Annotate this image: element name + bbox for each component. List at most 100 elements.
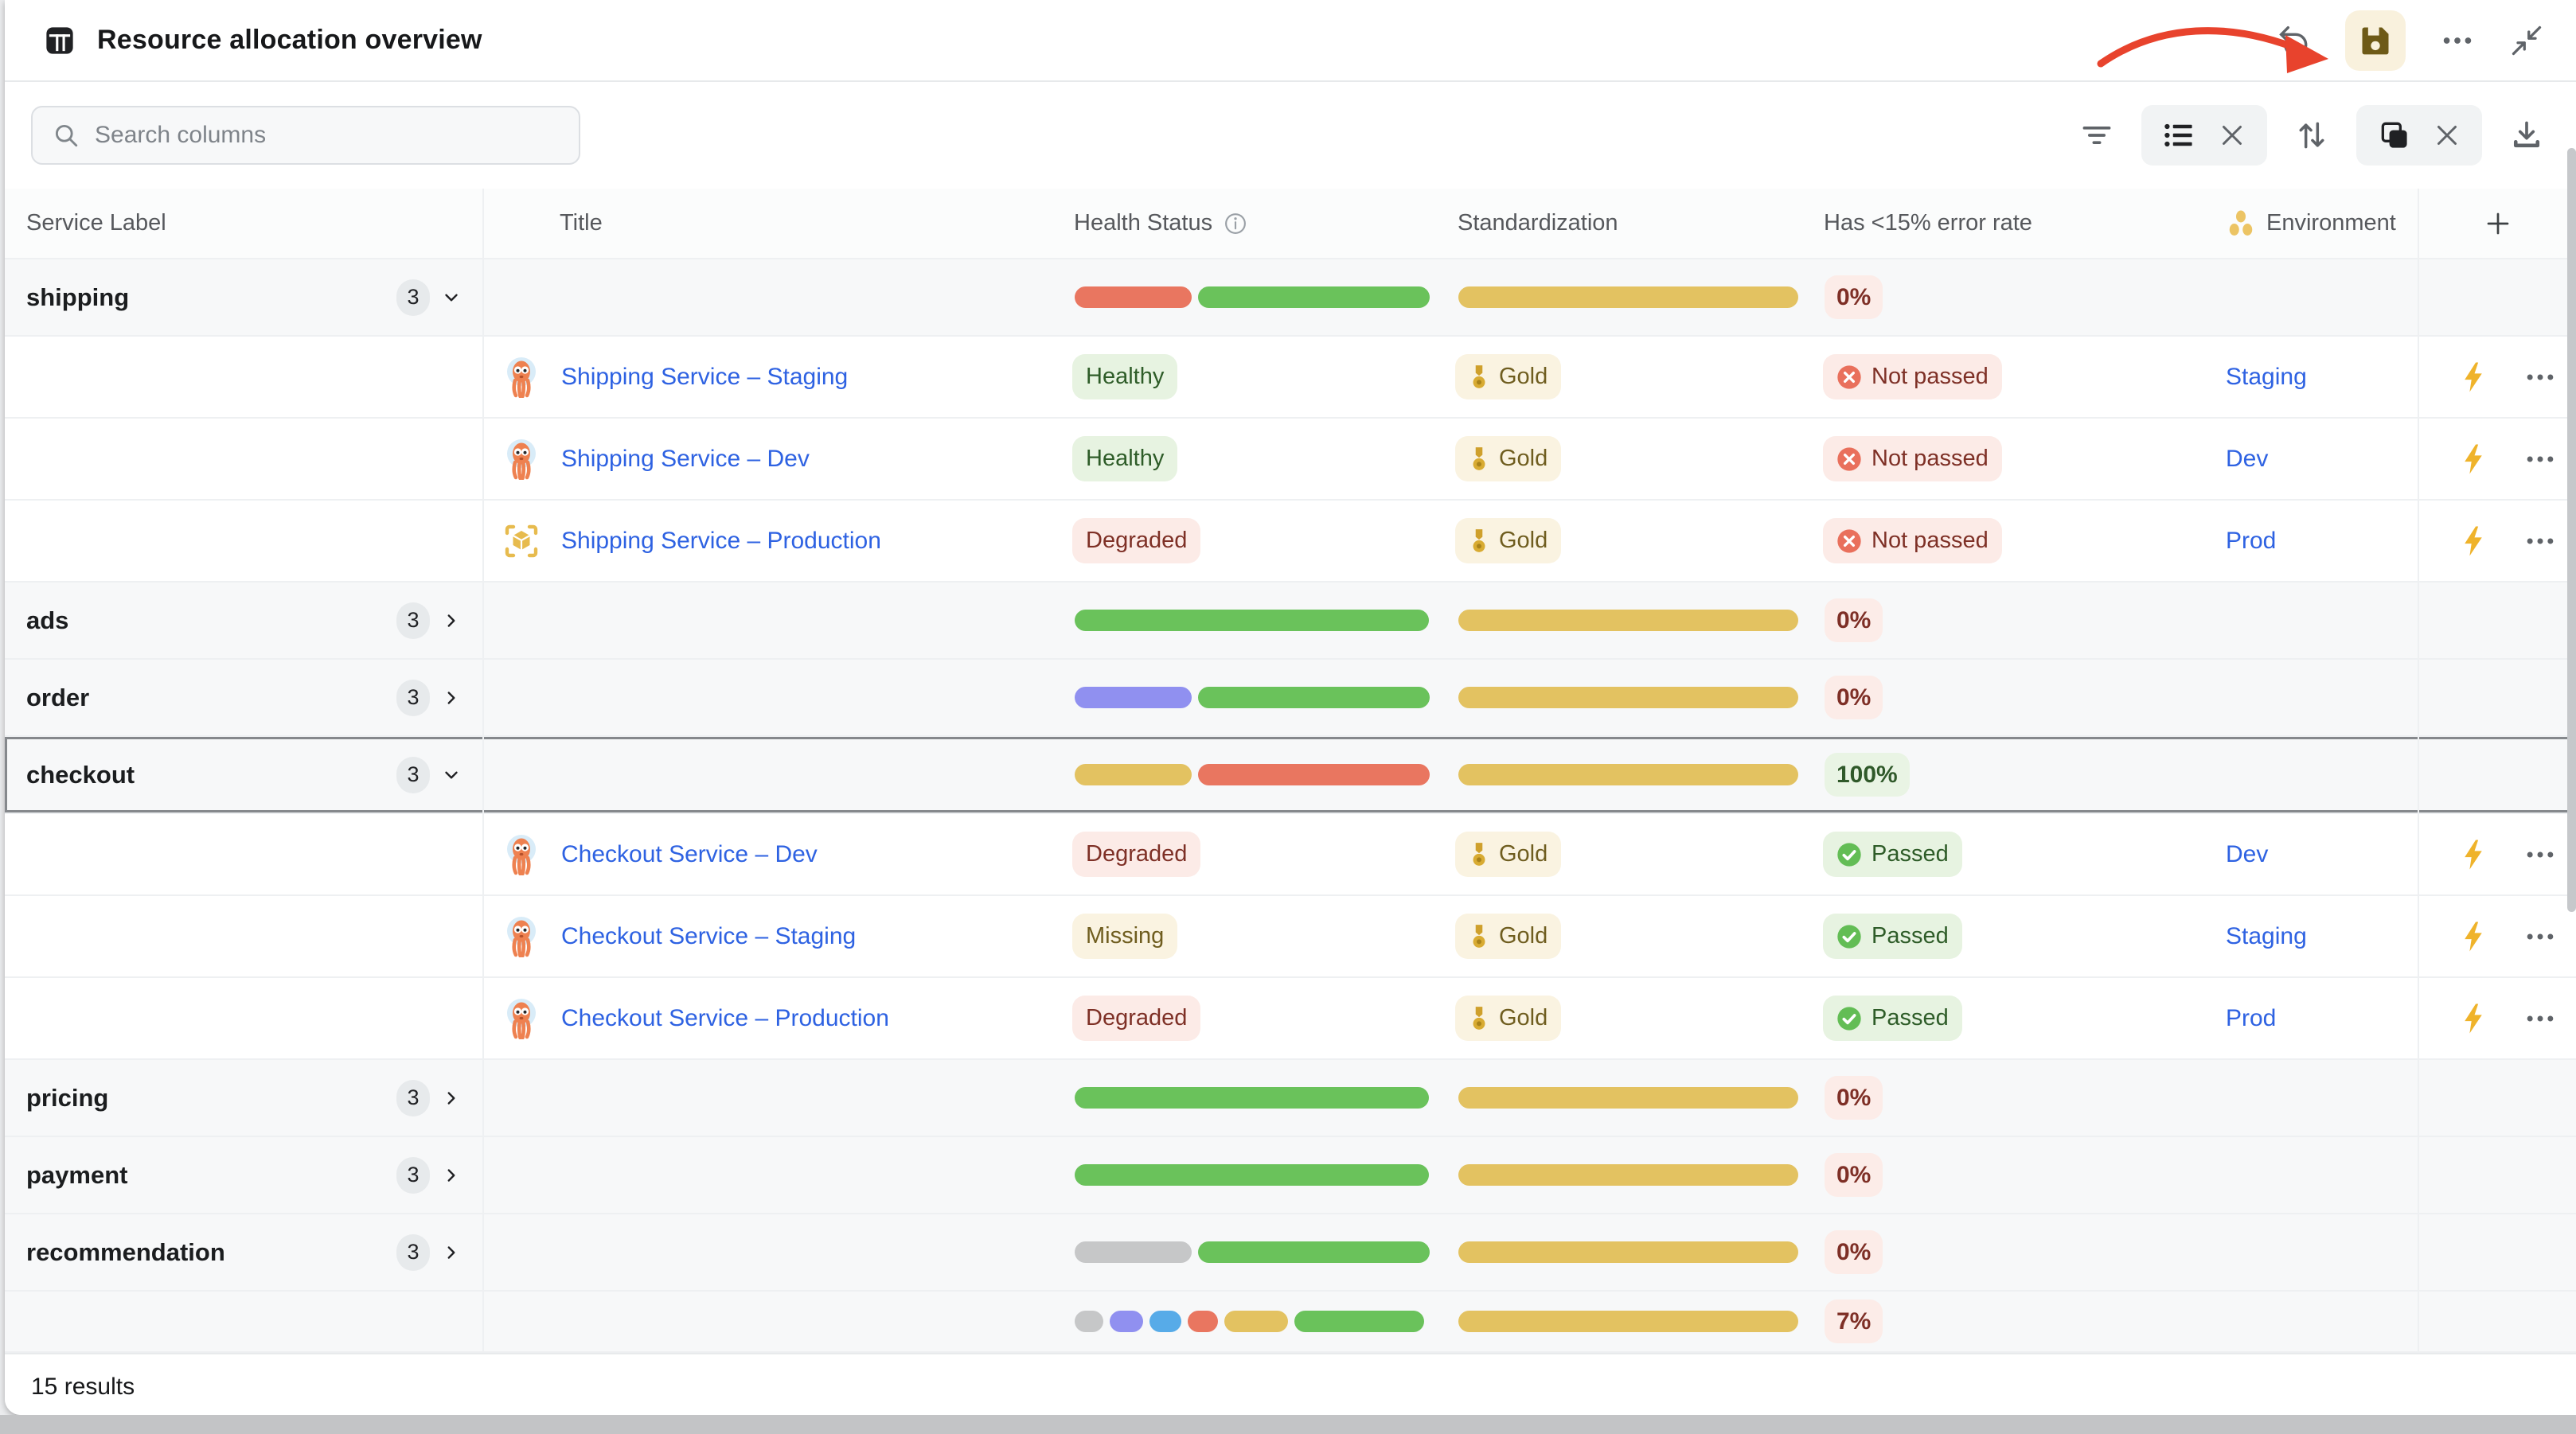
chevron-right-icon[interactable] [441,610,462,631]
group-row-order[interactable]: order30% [5,660,2576,737]
status-chip: Gold [1455,914,1561,959]
list-view-icon[interactable] [2162,118,2197,153]
error-rate-badge: 0% [1825,1076,1883,1120]
group-row-pricing[interactable]: pricing30% [5,1060,2576,1137]
search-box[interactable] [31,106,580,165]
row-actions-cell [2418,419,2576,499]
error-rate-cell: 100% [1823,753,2226,797]
toolbar-actions [2079,105,2544,166]
row-menu-icon[interactable] [2523,442,2558,477]
row-menu-icon[interactable] [2523,1001,2558,1036]
lightning-bolt-icon[interactable] [2461,1003,2486,1035]
environment-link[interactable]: Staging [2226,923,2307,949]
error-rate-badge: 0% [1825,275,1883,319]
check-circle-icon [1836,842,1862,867]
group-label: checkout [26,761,135,789]
stack-icon[interactable] [2377,118,2412,153]
row-menu-icon[interactable] [2523,837,2558,872]
error-rate-badge: 0% [1825,598,1883,642]
health-bar-segment-green [1198,286,1430,308]
column-service-label[interactable]: Service Label [5,210,482,236]
lightning-bolt-icon[interactable] [2461,443,2486,475]
column-health-status[interactable]: Health Status [1074,210,1212,236]
row-menu-icon[interactable] [2523,360,2558,395]
health-bar-segment-purple [1110,1311,1143,1332]
service-title-link[interactable]: Checkout Service – Staging [561,923,856,950]
health-bar-segment-gold [1075,764,1192,785]
status-chip: Passed [1823,996,1962,1041]
chevron-right-icon[interactable] [441,1242,462,1263]
vertical-scrollbar[interactable] [2567,148,2576,912]
service-title-link[interactable]: Shipping Service – Dev [561,446,810,473]
clear-stack-icon[interactable] [2433,121,2461,150]
gold-medal-icon [1469,446,1489,472]
group-row-payment[interactable]: payment3 0% [5,1137,2576,1214]
environment-link[interactable]: Staging [2226,364,2307,390]
save-icon[interactable] [2345,10,2406,71]
chevron-right-icon[interactable] [441,1165,462,1186]
widget-header: Resource allocation overview [5,0,2576,82]
group-row-shipping[interactable]: shipping30% [5,259,2576,337]
group-row-recommendation[interactable]: recommendation30% [5,1214,2576,1292]
chevron-down-icon[interactable] [441,765,462,785]
status-chip-label: Passed [1872,1005,1949,1031]
undo-icon[interactable] [2275,22,2312,59]
environment-link[interactable]: Prod [2226,1005,2276,1031]
search-input[interactable] [95,122,560,149]
status-chip-label: Missing [1086,923,1164,949]
status-chip: Missing [1072,914,1177,959]
column-environment[interactable]: Environment [2266,210,2396,236]
service-title-link[interactable]: Checkout Service – Dev [561,841,818,868]
group-row-ads[interactable]: ads3 0% [5,583,2576,660]
lightning-bolt-icon[interactable] [2461,361,2486,393]
health-status-cell: Missing [1072,914,1455,959]
chevron-right-icon[interactable] [441,688,462,708]
chevron-right-icon[interactable] [441,1088,462,1109]
row-menu-icon[interactable] [2523,524,2558,559]
status-chip-label: Not passed [1872,364,1989,390]
environment-link[interactable]: Dev [2226,841,2268,867]
error-rate-badge: 0% [1825,1153,1883,1197]
service-title-link[interactable]: Shipping Service – Production [561,528,881,555]
lightning-bolt-icon[interactable] [2461,921,2486,953]
health-bar-segment-blue [1149,1311,1181,1332]
service-label-cell: payment3 [5,1137,484,1213]
column-standardization[interactable]: Standardization [1455,210,1823,236]
column-error-rate[interactable]: Has <15% error rate [1823,210,2226,236]
service-row[interactable]: Shipping Service – ProductionDegradedGol… [5,501,2576,583]
stack-by-pill [2356,105,2482,166]
service-row[interactable]: Checkout Service – StagingMissingGoldPas… [5,896,2576,978]
service-row[interactable]: Checkout Service – ProductionDegradedGol… [5,978,2576,1060]
more-options-icon[interactable] [2439,22,2476,59]
sort-icon[interactable] [2294,118,2329,153]
standardization-bar [1458,764,1798,785]
lightning-bolt-icon[interactable] [2461,525,2486,557]
chevron-down-icon[interactable] [441,287,462,308]
service-row[interactable]: Shipping Service – DevHealthyGoldNot pas… [5,419,2576,501]
service-row[interactable]: Checkout Service – DevDegradedGoldPassed… [5,814,2576,896]
service-title-link[interactable]: Shipping Service – Staging [561,364,848,391]
error-rate-cell: 0% [1823,1153,2226,1197]
clear-list-view-icon[interactable] [2218,121,2246,150]
row-actions-cell [2418,737,2576,812]
header-actions [2275,10,2544,71]
group-label: payment [26,1161,127,1190]
environment-link[interactable]: Dev [2226,446,2268,472]
x-circle-icon [1836,364,1862,390]
title-cell: Shipping Service – Production [484,522,1072,560]
service-title-link[interactable]: Checkout Service – Production [561,1005,889,1032]
row-menu-icon[interactable] [2523,919,2558,954]
service-label-cell: ads3 [5,583,484,658]
environment-link[interactable]: Prod [2226,528,2276,554]
standardization-cell: Gold [1455,436,1823,481]
collapse-icon[interactable] [2509,23,2544,58]
download-icon[interactable] [2509,118,2544,153]
service-row[interactable]: Shipping Service – StagingHealthyGoldNot… [5,337,2576,419]
health-status-bars [1072,1164,1455,1186]
group-row-checkout[interactable]: checkout3100% [5,737,2576,814]
lightning-bolt-icon[interactable] [2461,839,2486,871]
info-icon[interactable] [1224,212,1247,236]
column-title[interactable]: Title [484,210,1072,236]
add-column-icon[interactable] [2419,209,2576,238]
filter-icon[interactable] [2079,118,2114,153]
